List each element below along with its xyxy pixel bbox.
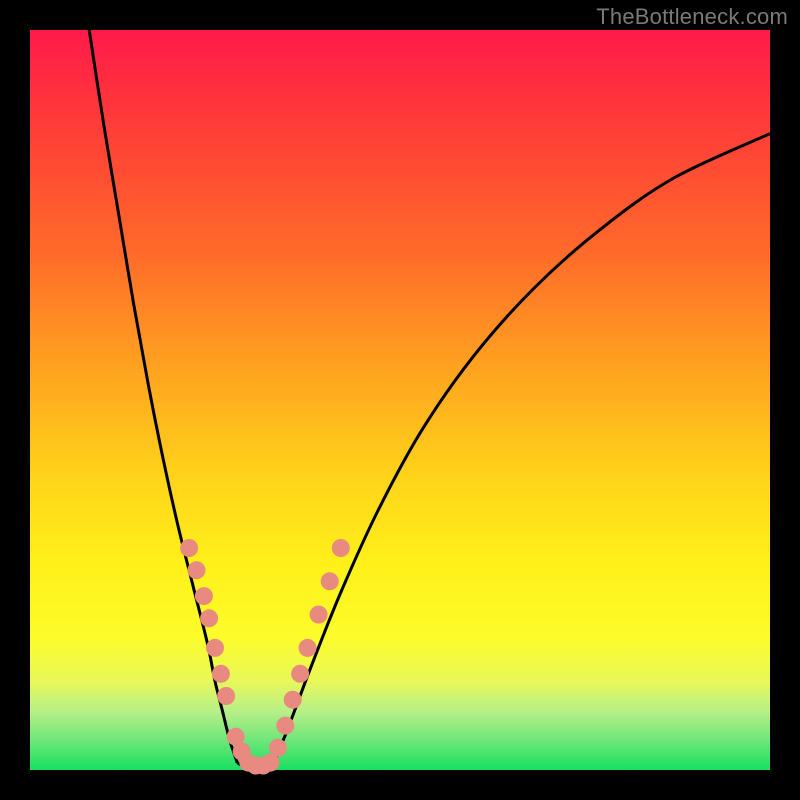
data-marker [310,606,328,624]
data-marker [217,687,235,705]
data-marker [284,691,302,709]
data-marker [188,561,206,579]
chart-stage: TheBottleneck.com [0,0,800,800]
data-marker [332,539,350,557]
data-marker [291,665,309,683]
data-marker [269,739,287,757]
data-marker [276,717,294,735]
data-marker [195,587,213,605]
marker-group [180,539,350,775]
data-marker [200,609,218,627]
data-marker [206,639,224,657]
data-marker [299,639,317,657]
curve-right [274,134,770,763]
data-marker [321,572,339,590]
watermark-text: TheBottleneck.com [596,4,788,30]
data-marker [212,665,230,683]
chart-svg [30,30,770,770]
data-marker [180,539,198,557]
